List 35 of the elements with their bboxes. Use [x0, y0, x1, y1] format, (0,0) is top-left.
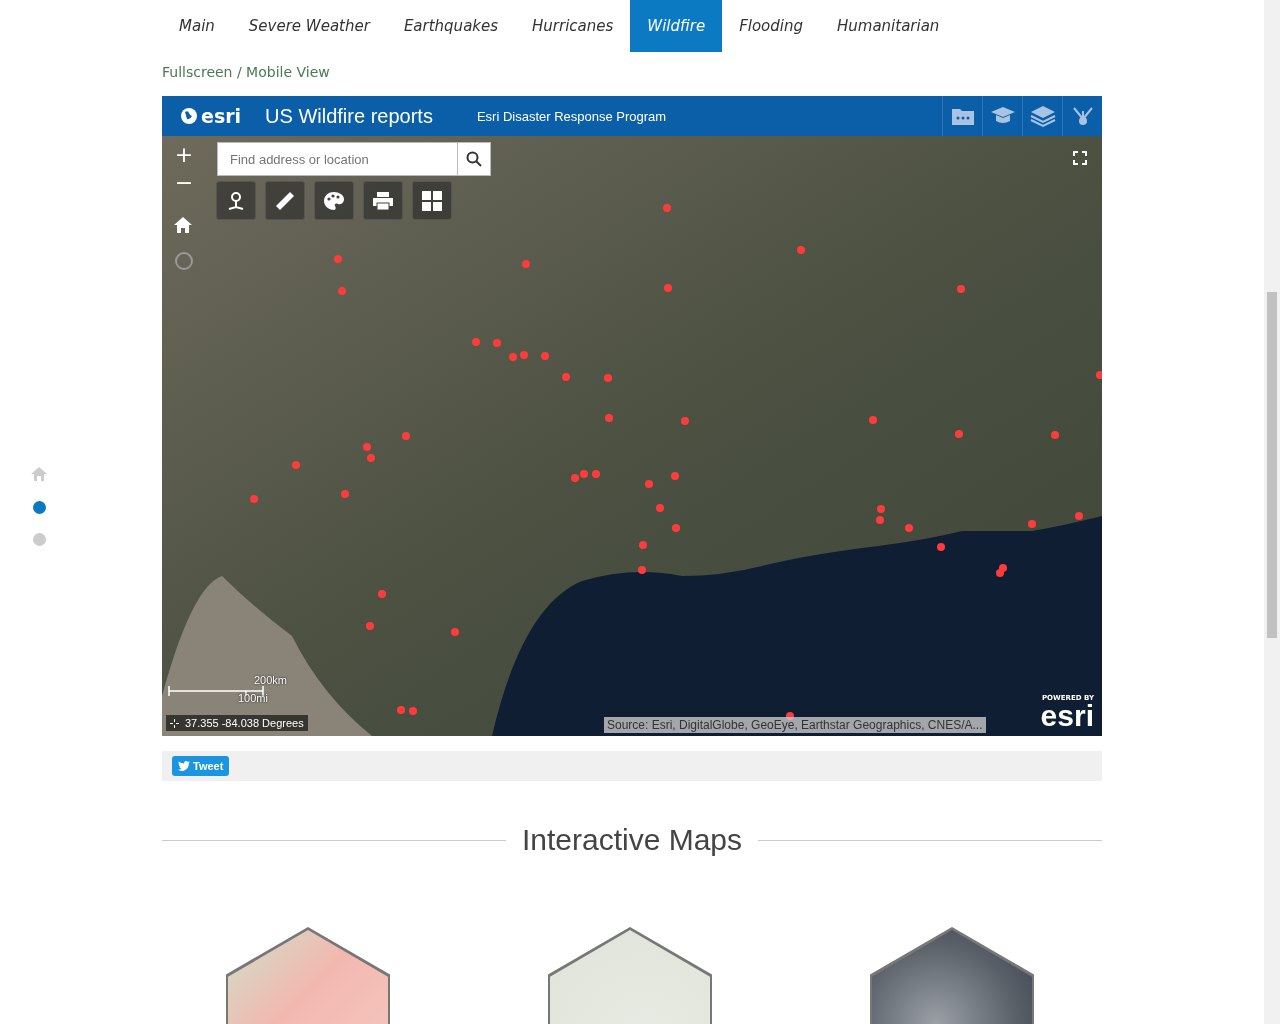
location-pin-icon[interactable]	[216, 181, 256, 220]
print-icon[interactable]	[363, 181, 403, 220]
page-dot[interactable]	[32, 533, 46, 546]
nav-tab[interactable]: Wildfire	[630, 0, 723, 52]
ruler-icon[interactable]	[265, 181, 305, 220]
section-heading: Interactive Maps	[521, 823, 743, 857]
nav-tab[interactable]: Humanitarian	[820, 0, 957, 52]
search-icon	[466, 151, 482, 167]
scale-metric: 200km	[254, 674, 288, 686]
esri-logo: esri	[1040, 702, 1094, 730]
satellite-map[interactable]	[162, 136, 1102, 736]
bird-icon	[178, 761, 190, 771]
app-subtitle: Esri Disaster Response Program	[476, 108, 668, 124]
nav-tab[interactable]: Earthquakes	[386, 0, 516, 52]
grid-icon[interactable]	[412, 181, 452, 220]
search-button[interactable]	[458, 142, 491, 176]
fullscreen-icon[interactable]	[1073, 151, 1087, 165]
page-dot[interactable]	[32, 501, 46, 514]
zoom-out-button[interactable]: −	[170, 170, 198, 194]
search-field[interactable]: Find address or location	[217, 142, 458, 176]
nav-tab[interactable]: Hurricanes	[515, 0, 631, 52]
zoom-in-button[interactable]: +	[170, 142, 198, 166]
app-title: US Wildfire reports	[265, 104, 433, 128]
scale-imperial: 100mi	[238, 692, 268, 704]
home-icon[interactable]	[173, 216, 193, 234]
nav-tab[interactable]: Severe Weather	[231, 0, 387, 52]
coordinates-text: 37.355 -84.038 Degrees	[185, 717, 304, 729]
palette-icon[interactable]	[314, 181, 354, 220]
attribution-text: Source: Esri, DigitalGlobe, GeoEye, Earthstar Geographics, CNES/A...	[604, 717, 986, 733]
logo-text: esri	[201, 105, 242, 127]
nav-tab[interactable]: Flooding	[722, 0, 820, 52]
crosshair-icon[interactable]	[170, 718, 179, 728]
nav-tab[interactable]: Main	[162, 0, 232, 52]
scrollbar[interactable]	[1264, 0, 1280, 1024]
fullscreen-link[interactable]: Fullscreen / Mobile View	[162, 64, 330, 80]
